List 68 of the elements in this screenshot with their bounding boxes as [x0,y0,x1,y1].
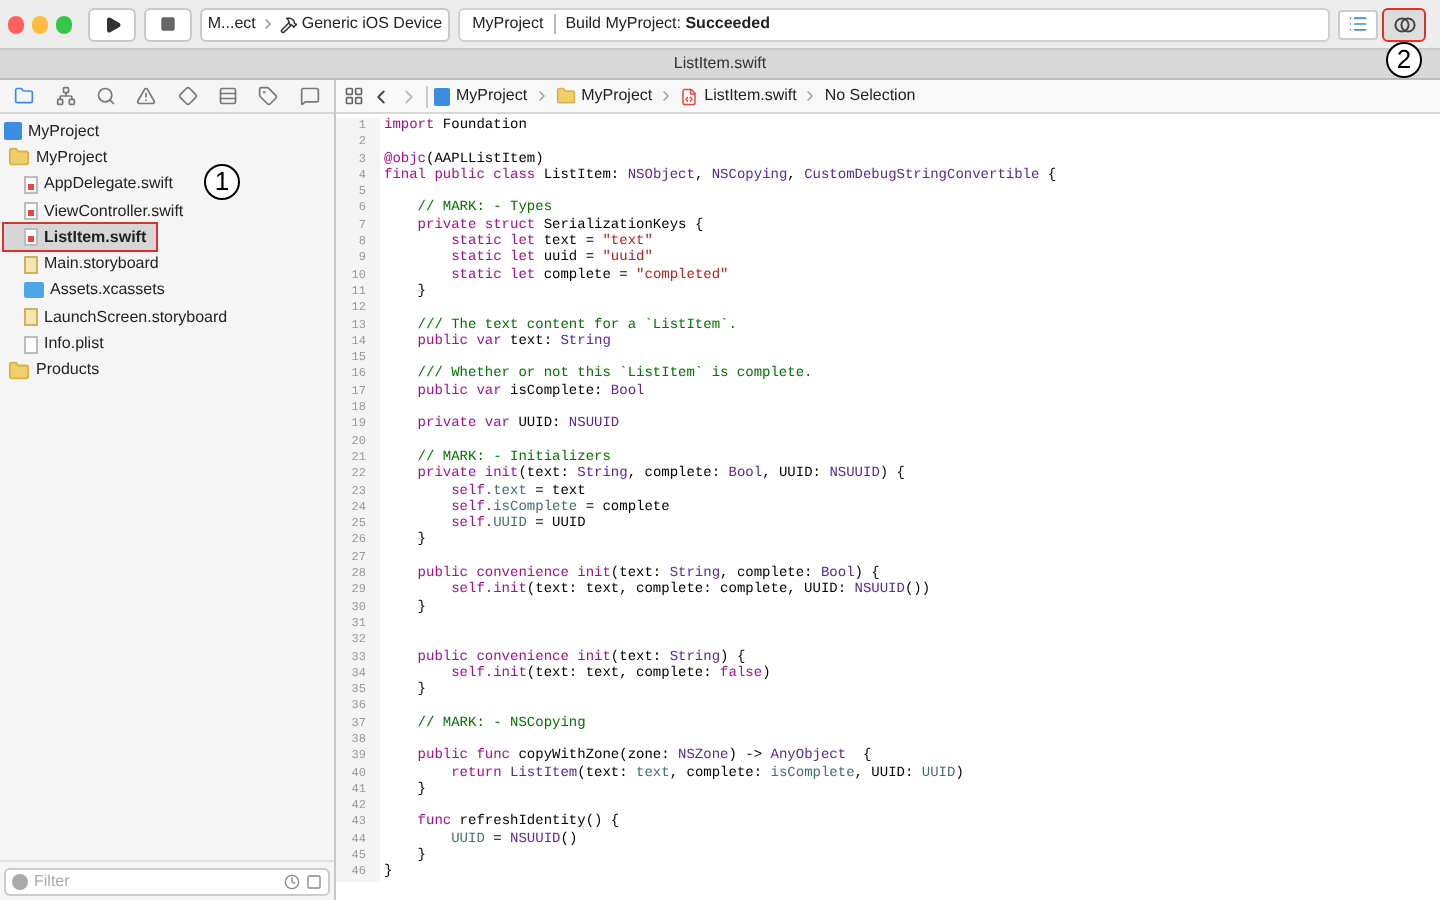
project-icon [4,122,22,141]
swift-file-icon [24,228,38,247]
callout-number: 1 [204,164,240,201]
file-tree-item[interactable]: ViewController.swift [24,197,192,225]
scheme-selector[interactable]: M...ect Generic iOS Device [199,7,451,41]
swift-file-icon [24,202,38,221]
warning-icon[interactable] [136,86,157,106]
run-button[interactable] [88,7,137,41]
tab-title[interactable]: ListItem.swift [673,52,767,76]
file-tree-item[interactable]: MyProject [8,144,116,172]
overlapping-circles-icon [1393,15,1415,33]
hammer-icon [279,15,298,33]
file-tree-item[interactable]: Products [8,357,108,384]
storyboard-file-icon [24,308,38,327]
folder-icon [8,359,30,382]
square-icon[interactable] [306,873,322,889]
diamond-icon[interactable] [177,86,198,106]
file-tree-item[interactable]: Assets.xcassets [24,277,173,305]
close-window-icon[interactable] [8,15,25,33]
jump-bar-item[interactable]: No Selection [824,84,916,108]
project-name: MyProject [472,12,544,36]
file-tree-item[interactable]: Info.plist [24,330,112,358]
swift-file-icon [680,87,699,105]
file-name: ViewController.swift [44,199,184,224]
filter-field[interactable]: Filter [34,869,278,893]
file-name: LaunchScreen.storyboard [44,305,228,330]
destination-name: Generic iOS Device [301,12,443,36]
file-tree-item[interactable]: LaunchScreen.storyboard [24,304,236,331]
filter-icon[interactable] [12,873,28,889]
speech-bubble-icon[interactable] [299,86,320,106]
jump-bar-item[interactable]: MyProject [456,84,528,108]
list-icon[interactable] [218,86,239,106]
file-name: Products [36,358,100,383]
grid-icon[interactable] [344,86,364,106]
file-icon [24,335,38,354]
file-name: Main.storyboard [44,252,159,277]
jump-bar-item[interactable]: ListItem.swift [704,84,797,108]
folder-icon[interactable] [14,86,35,106]
file-tree-item[interactable]: AppDelegate.swift [24,171,181,198]
file-name: AppDelegate.swift [44,172,173,197]
lines-icon [1348,14,1368,34]
search-icon[interactable] [95,86,116,106]
stop-button[interactable] [144,7,192,41]
scheme-name: M...ect [207,12,256,36]
build-status: Build MyProject: Succeeded [565,12,770,36]
folder-icon [555,86,576,106]
folder-icon [8,146,30,169]
stop-icon [160,16,176,32]
storyboard-file-icon [24,255,38,274]
clock-icon[interactable] [284,873,300,889]
file-name: MyProject [36,145,108,170]
swift-file-icon [24,175,38,194]
file-tree-item[interactable]: ListItem.swift [4,224,156,251]
file-tree-item[interactable]: Main.storyboard [24,250,167,278]
standard-editor-button[interactable] [1338,9,1378,39]
filter-bar[interactable]: Filter [4,867,330,895]
play-icon [103,15,122,33]
project-icon [434,87,450,105]
tag-icon[interactable] [258,86,279,106]
assets-folder-icon [24,282,44,299]
file-name: Info.plist [44,332,104,357]
hierarchy-icon[interactable] [55,86,76,106]
file-name: Assets.xcassets [50,278,165,303]
assistant-editor-button[interactable] [1384,9,1424,39]
file-name: ListItem.swift [44,225,147,250]
jump-bar-item[interactable]: MyProject [581,84,653,108]
file-tree-item[interactable]: MyProject [4,118,108,145]
file-name: MyProject [28,119,100,144]
